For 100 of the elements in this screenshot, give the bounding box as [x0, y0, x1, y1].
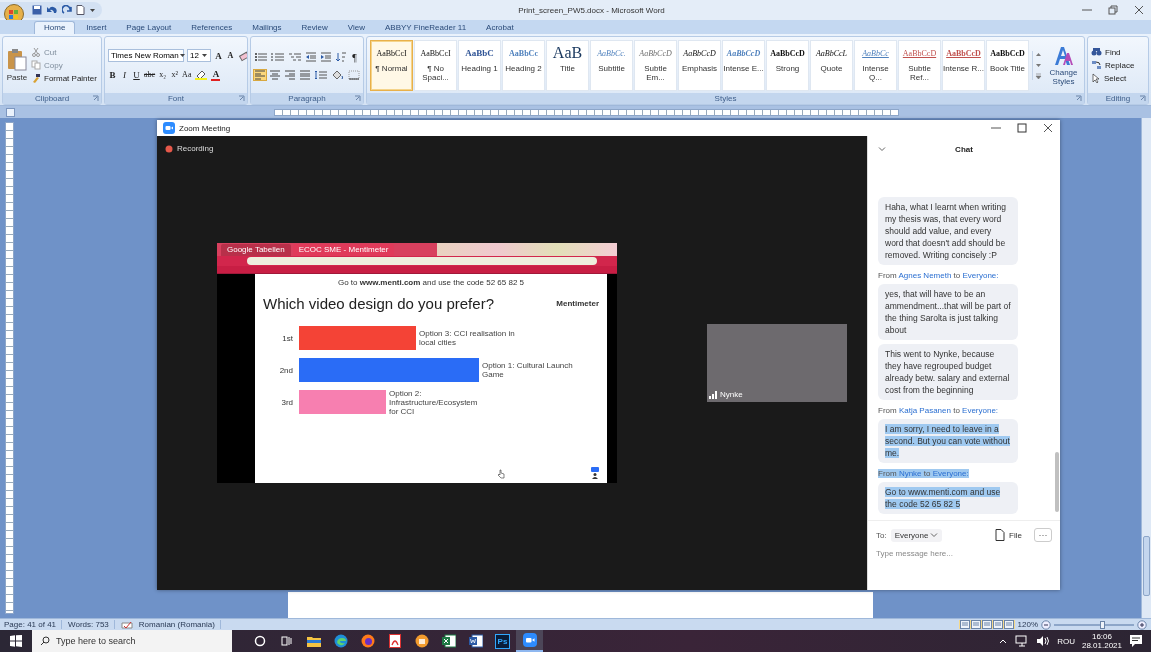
- numbered-list-icon[interactable]: [271, 52, 285, 62]
- align-right-icon[interactable]: [284, 69, 296, 80]
- format-button[interactable]: U: [132, 68, 141, 81]
- font-size-field[interactable]: 12: [187, 49, 211, 62]
- caret-icon[interactable]: [89, 7, 96, 13]
- zoom-out-icon[interactable]: [1041, 619, 1051, 630]
- caret-icon[interactable]: [998, 637, 1009, 645]
- clock-time[interactable]: 16:06: [1091, 632, 1112, 641]
- line-spacing-icon[interactable]: [314, 69, 328, 80]
- scroll-up-icon[interactable]: [1034, 50, 1043, 58]
- format-button[interactable]: I: [120, 68, 129, 81]
- language-indicator[interactable]: ROU: [1057, 636, 1075, 646]
- show-marks-button[interactable]: ¶: [350, 50, 359, 64]
- page-count[interactable]: Page: 41 of 41: [4, 620, 63, 629]
- app-icon[interactable]: [414, 634, 429, 648]
- notification-icon[interactable]: [1129, 634, 1143, 648]
- more-button[interactable]: ···: [1034, 528, 1052, 542]
- align-center-icon[interactable]: [269, 69, 281, 80]
- decrease-indent-icon[interactable]: [305, 52, 317, 62]
- style-item[interactable]: AaBbCc. Subtitle: [590, 40, 633, 91]
- browser-tab[interactable]: Google Tabellen: [221, 244, 291, 256]
- format-button[interactable]: B: [108, 68, 117, 81]
- align-left-icon[interactable]: [254, 69, 266, 80]
- style-item[interactable]: AaBbCcL Quote: [810, 40, 853, 91]
- style-item[interactable]: AaBbCcI ¶ Normal: [370, 40, 413, 91]
- style-item[interactable]: AaBbCcD Subtle Em...: [634, 40, 677, 91]
- ribbon-button[interactable]: Find: [1091, 47, 1135, 57]
- format-button[interactable]: abe: [144, 68, 156, 81]
- proofing-icon[interactable]: [120, 619, 133, 630]
- maximize-icon[interactable]: [1016, 123, 1028, 133]
- ribbon-tab[interactable]: Mailings: [243, 21, 291, 34]
- eraser-icon[interactable]: [238, 49, 247, 62]
- app-tile[interactable]: Ps: [495, 633, 510, 649]
- dialog-launcher-icon[interactable]: [1075, 95, 1082, 102]
- grow-font-button[interactable]: A: [214, 49, 223, 62]
- increase-indent-icon[interactable]: [320, 52, 332, 62]
- pdf-icon[interactable]: [388, 634, 401, 648]
- style-item[interactable]: AaBbCcD Book Title: [986, 40, 1029, 91]
- view-icon[interactable]: [992, 620, 1003, 629]
- scroll-down-icon[interactable]: [1034, 61, 1043, 69]
- close-icon[interactable]: [1042, 123, 1054, 133]
- ribbon-button[interactable]: Select: [1091, 73, 1135, 83]
- close-icon[interactable]: [1133, 5, 1145, 15]
- style-item[interactable]: AaBbCc Intense Q...: [854, 40, 897, 91]
- view-icon[interactable]: [981, 620, 992, 629]
- change-styles-button[interactable]: Change Styles: [1046, 44, 1081, 86]
- zoom-level[interactable]: 120%: [1017, 620, 1038, 629]
- dialog-launcher-icon[interactable]: [1139, 95, 1146, 102]
- borders-icon[interactable]: [348, 69, 360, 80]
- circle-icon[interactable]: [253, 635, 266, 647]
- network-icon[interactable]: [1015, 635, 1030, 647]
- slider-thumb[interactable]: [1100, 620, 1105, 629]
- format-button[interactable]: x²: [170, 68, 180, 81]
- format-button[interactable]: Aa: [182, 68, 192, 81]
- video-camera-icon[interactable]: [522, 633, 537, 647]
- search-field[interactable]: Type here to search: [56, 636, 216, 646]
- scroll-thumb[interactable]: [1055, 452, 1059, 512]
- scroll-thumb[interactable]: [1143, 536, 1150, 596]
- address-field[interactable]: [247, 257, 597, 265]
- language-label[interactable]: Romanian (Romania): [138, 620, 221, 629]
- bullet-list-icon[interactable]: [254, 52, 268, 62]
- sender-link[interactable]: Katja Pasanen: [898, 406, 951, 415]
- clock-date[interactable]: 28.01.2021: [1081, 641, 1122, 650]
- view-icon[interactable]: [1003, 620, 1014, 629]
- justify-icon[interactable]: [299, 69, 311, 80]
- multilevel-list-icon[interactable]: [288, 52, 302, 62]
- dialog-launcher-icon[interactable]: [354, 95, 361, 102]
- style-item[interactable]: AaBbCcD Emphasis: [678, 40, 721, 91]
- style-item[interactable]: AaBbCcD Intense E...: [722, 40, 765, 91]
- more-icon[interactable]: [1034, 72, 1043, 80]
- redo-icon[interactable]: [62, 5, 72, 15]
- font-color-button[interactable]: A: [211, 68, 221, 81]
- save-icon[interactable]: [32, 5, 42, 15]
- sort-icon[interactable]: [335, 52, 347, 62]
- style-item[interactable]: AaBbC Heading 1: [458, 40, 501, 91]
- paste-button[interactable]: Paste: [6, 48, 28, 82]
- style-item[interactable]: AaBbCc Heading 2: [502, 40, 545, 91]
- ribbon-tab[interactable]: View: [338, 21, 374, 34]
- ribbon-tab[interactable]: Page Layout: [117, 21, 181, 34]
- restore-icon[interactable]: [1107, 5, 1119, 15]
- format-button[interactable]: x₂: [158, 68, 168, 81]
- undo-icon[interactable]: [46, 5, 58, 15]
- taskbar-button[interactable]: [516, 630, 543, 652]
- browser-icon[interactable]: [333, 634, 348, 648]
- font-name-field[interactable]: Times New Roman: [108, 49, 184, 62]
- ruler-toggle-button[interactable]: [6, 107, 15, 117]
- start-icon[interactable]: [10, 635, 22, 647]
- zoom-slider[interactable]: [1054, 623, 1134, 626]
- folder-icon[interactable]: [306, 635, 321, 647]
- dialog-launcher-icon[interactable]: [238, 95, 245, 102]
- view-icon[interactable]: [970, 620, 981, 629]
- style-item[interactable]: AaBbCcD Subtle Ref...: [898, 40, 941, 91]
- word-count[interactable]: Words: 753: [68, 620, 115, 629]
- ribbon-tab[interactable]: Insert: [77, 21, 116, 34]
- ribbon-button[interactable]: Replace: [1091, 60, 1135, 70]
- zoom-in-icon[interactable]: [1137, 619, 1147, 630]
- ribbon-tab[interactable]: Acrobat: [477, 21, 523, 34]
- ribbon-button[interactable]: Format Painter: [31, 73, 97, 83]
- task-view-icon[interactable]: [280, 635, 293, 647]
- recipient-link[interactable]: Everyone:: [962, 406, 999, 415]
